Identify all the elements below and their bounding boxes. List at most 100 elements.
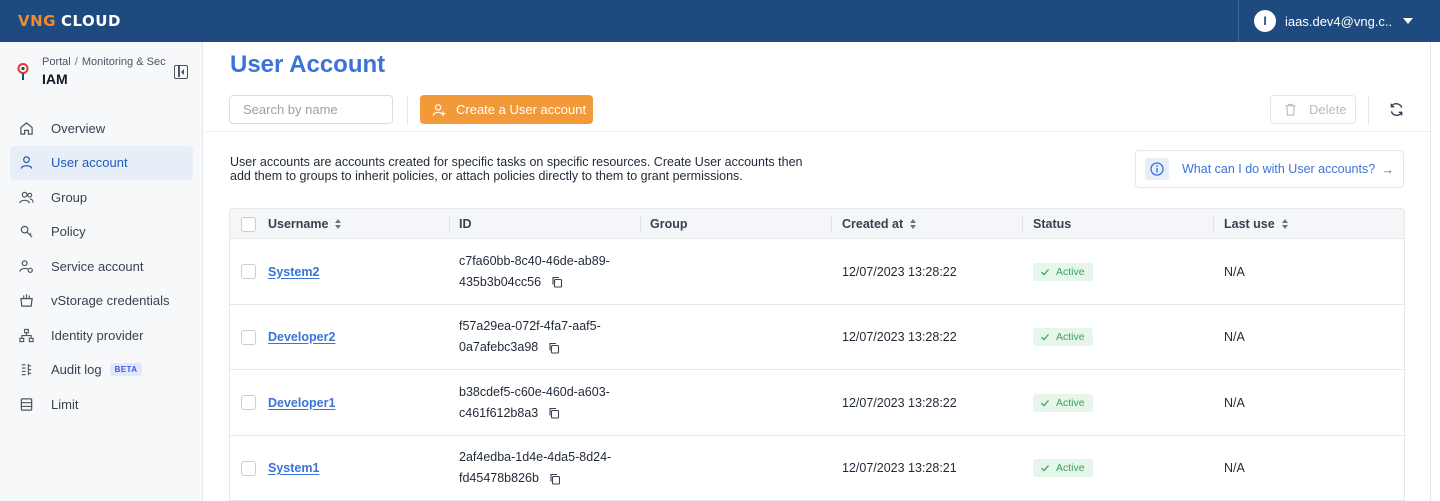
check-icon xyxy=(1040,332,1056,342)
sidebar-item-vstorage-credentials[interactable]: vStorage credentials xyxy=(10,284,193,319)
sidebar-item-group[interactable]: Group xyxy=(10,180,193,215)
id-line-1: c7fa60bb-8c40-46de-ab89- xyxy=(459,253,610,268)
username-link[interactable]: Developer2 xyxy=(268,330,335,344)
copy-icon[interactable] xyxy=(548,342,560,354)
row-checkbox[interactable] xyxy=(241,264,256,279)
page-title: User Account xyxy=(230,51,386,78)
user-icon xyxy=(18,155,34,171)
topbar-divider xyxy=(1238,0,1239,42)
table-row[interactable]: System2 c7fa60bb-8c40-46de-ab89- 435b3b04c… xyxy=(230,239,1404,305)
collapse-sidebar-icon[interactable] xyxy=(174,65,188,79)
avatar: I xyxy=(1254,10,1276,32)
storage-credentials-icon xyxy=(18,293,34,309)
column-divider[interactable] xyxy=(1213,216,1214,232)
sidebar-item-label: Overview xyxy=(51,120,106,136)
status-badge: Active xyxy=(1033,459,1093,477)
sidebar-item-audit-log[interactable]: Audit log BETA xyxy=(10,353,193,388)
sort-icon[interactable] xyxy=(1281,219,1288,229)
info-icon xyxy=(1145,158,1169,180)
delete-button[interactable]: Delete xyxy=(1270,95,1356,124)
toolbar-divider xyxy=(407,95,408,125)
trash-icon xyxy=(1285,103,1296,116)
arrow-right-icon: → xyxy=(1381,161,1395,177)
sidebar-item-label: Service account xyxy=(51,258,144,274)
username-link[interactable]: System1 xyxy=(268,461,319,475)
table-header: Username ID Group Created at Status Last… xyxy=(230,209,1404,239)
column-divider[interactable] xyxy=(449,216,450,232)
add-user-icon xyxy=(432,103,446,116)
username-cell: Developer1 xyxy=(268,370,335,435)
row-checkbox[interactable] xyxy=(241,329,256,345)
row-checkbox[interactable] xyxy=(241,460,256,476)
username-link[interactable]: Developer1 xyxy=(268,396,335,410)
copy-icon[interactable] xyxy=(548,407,560,419)
sidebar-item-label: Audit log xyxy=(51,362,102,378)
sidebar-item-label: Identity provider xyxy=(51,327,144,343)
row-select-cell xyxy=(241,370,256,435)
column-divider[interactable] xyxy=(831,216,832,232)
last-use-cell: N/A xyxy=(1224,461,1245,475)
column-header-created-at[interactable]: Created at xyxy=(842,209,917,239)
row-checkbox[interactable] xyxy=(241,395,256,410)
group-icon xyxy=(18,189,34,205)
sort-icon[interactable] xyxy=(335,219,342,229)
help-link[interactable]: What can I do with User accounts? xyxy=(1182,162,1375,176)
sort-icon[interactable] xyxy=(910,219,917,229)
column-header-id: ID xyxy=(459,217,472,231)
created-at-cell: 12/07/2023 13:28:22 xyxy=(842,330,957,344)
column-header-group: Group xyxy=(650,217,688,231)
sidebar-item-service-account[interactable]: Service account xyxy=(10,249,193,284)
check-icon xyxy=(1040,398,1056,408)
scrollbar[interactable] xyxy=(1430,42,1440,501)
refresh-icon[interactable] xyxy=(1388,101,1405,118)
search-input[interactable] xyxy=(229,95,393,124)
check-icon xyxy=(1040,463,1056,473)
copy-icon[interactable] xyxy=(549,473,561,485)
column-header-username[interactable]: Username xyxy=(268,209,342,239)
home-icon xyxy=(18,120,34,136)
column-header-status: Status xyxy=(1033,217,1072,231)
breadcrumb-portal[interactable]: Portal xyxy=(42,56,71,68)
status-badge: Active xyxy=(1033,393,1093,412)
create-user-account-button[interactable]: Create a User account xyxy=(420,95,593,124)
status-badge: Active xyxy=(1033,262,1093,281)
created-at-cell: 12/07/2023 13:28:22 xyxy=(842,395,957,410)
id-line-2: fd45478b826b xyxy=(459,471,539,485)
copy-icon[interactable] xyxy=(551,276,563,288)
id-cell: 2af4edba-1d4e-4da5-8d24- fd45478b826b xyxy=(459,436,611,501)
sidebar-item-label: User account xyxy=(51,155,128,171)
breadcrumb-monitoring[interactable]: Monitoring & Sec xyxy=(82,56,166,68)
table-row[interactable]: Developer1 b38cdef5-c60e-460d-a603- c461f6… xyxy=(230,370,1404,436)
sidebar-item-overview[interactable]: Overview xyxy=(10,111,193,146)
chevron-down-icon xyxy=(1403,18,1413,24)
sidebar-item-limit[interactable]: Limit xyxy=(10,387,193,422)
audit-log-icon xyxy=(18,362,34,378)
select-all-checkbox[interactable] xyxy=(241,216,256,232)
sidebar-item-policy[interactable]: Policy xyxy=(10,215,193,250)
user-menu[interactable]: I iaas.dev4@vng.c... xyxy=(1254,10,1413,32)
beta-badge: BETA xyxy=(109,363,143,377)
sidebar-item-user-account[interactable]: User account xyxy=(10,145,193,180)
username-cell: System2 xyxy=(268,239,319,304)
column-header-last-use[interactable]: Last use xyxy=(1224,209,1288,239)
table-row[interactable]: Developer2 f57a29ea-072f-4fa7-aaf5- 0a7afe… xyxy=(230,304,1404,370)
help-link-box[interactable]: What can I do with User accounts? → xyxy=(1135,150,1404,188)
sidebar-nav: Overview User account Group Policy Servi… xyxy=(10,111,193,422)
status-cell: Active xyxy=(1033,239,1093,304)
column-divider[interactable] xyxy=(1022,216,1023,232)
row-select-cell xyxy=(241,305,256,370)
column-divider[interactable] xyxy=(640,216,641,232)
username-link[interactable]: System2 xyxy=(268,265,319,279)
select-all-cell xyxy=(241,209,256,239)
id-cell: b38cdef5-c60e-460d-a603- c461f612b8a3 xyxy=(459,370,610,435)
main-content: User Account Create a User account Delet… xyxy=(203,42,1430,501)
status-cell: Active xyxy=(1033,436,1093,501)
id-line-1: f57a29ea-072f-4fa7-aaf5- xyxy=(459,319,601,333)
id-line-1: 2af4edba-1d4e-4da5-8d24- xyxy=(459,450,612,464)
table-row[interactable]: System1 2af4edba-1d4e-4da5-8d24- fd45478b8… xyxy=(230,435,1404,501)
sidebar-item-identity-provider[interactable]: Identity provider xyxy=(10,318,193,353)
vng-cloud-logo[interactable]: VNG CLOUD xyxy=(18,12,121,30)
toolbar-divider-line xyxy=(203,131,1430,132)
created-at-cell: 12/07/2023 13:28:22 xyxy=(842,264,957,279)
id-line-2: 435b3b04cc56 xyxy=(459,274,542,289)
